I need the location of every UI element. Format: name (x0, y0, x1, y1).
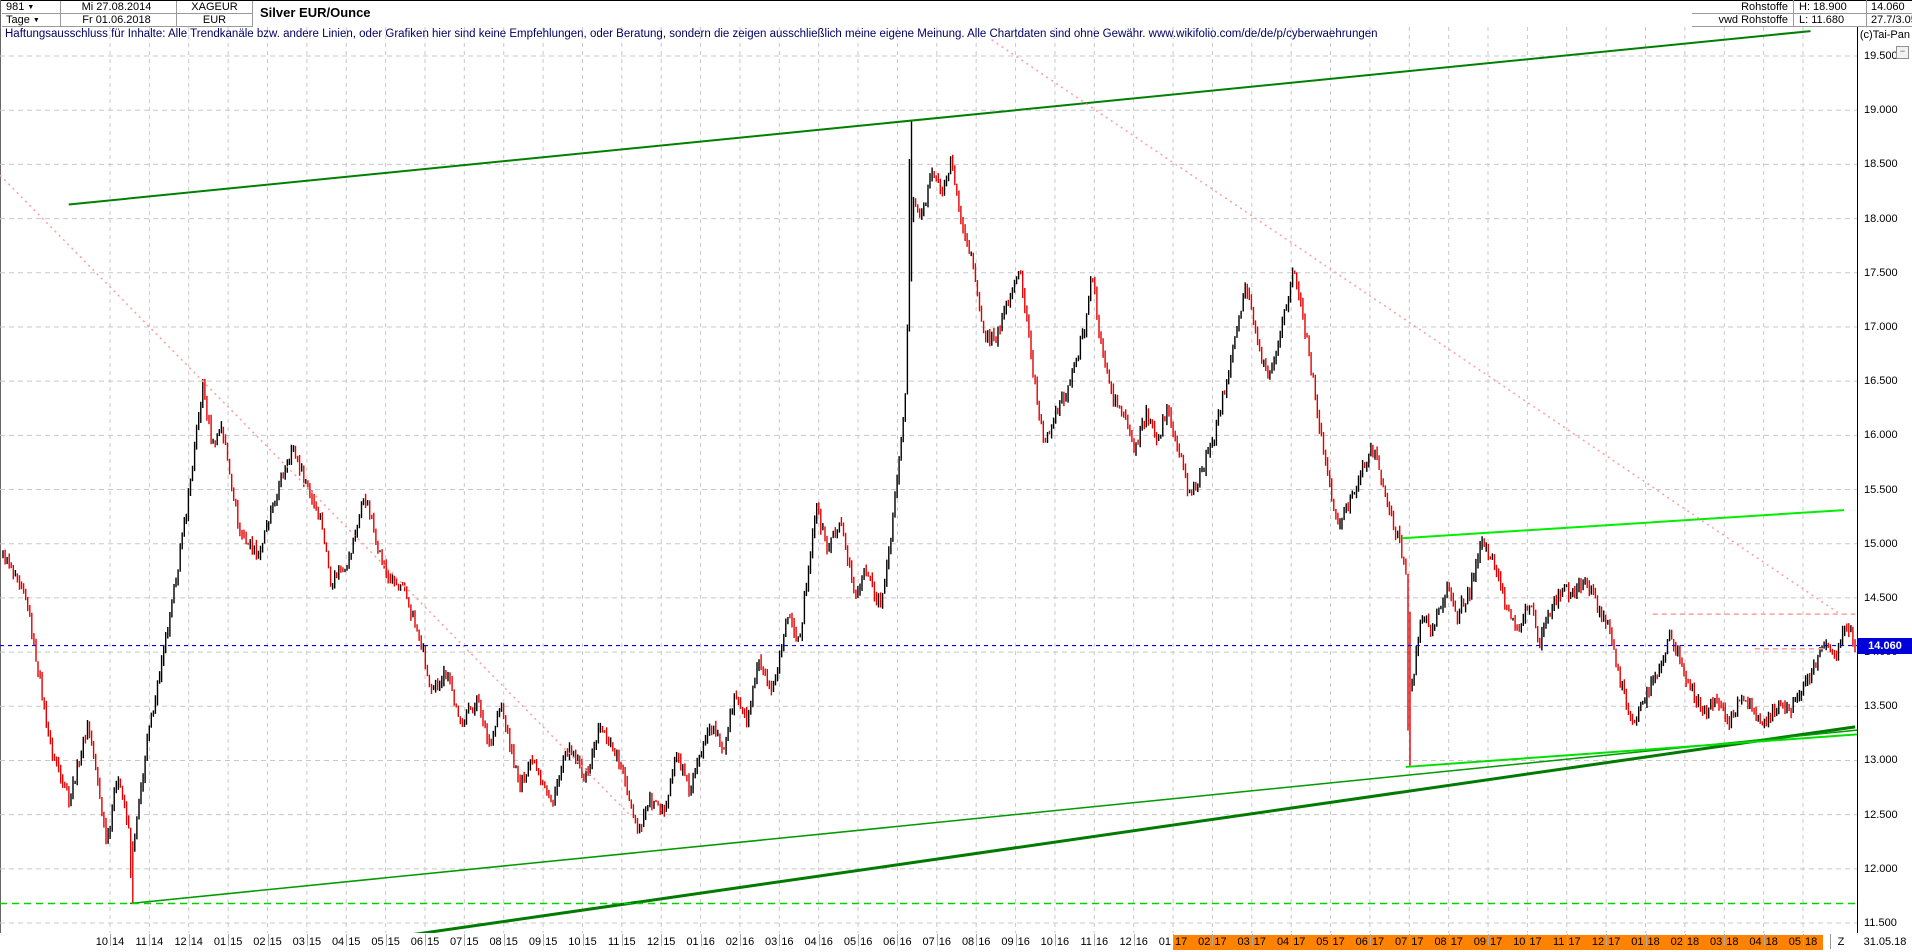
page-title: Silver EUR/Ounce (260, 5, 371, 20)
period-dropdown[interactable]: Tage ▼ (2, 14, 61, 27)
chart-canvas[interactable] (0, 27, 1858, 933)
lower-support-thin (129, 729, 1858, 905)
period-value: Tage (6, 14, 30, 26)
price-bars-up (2, 121, 1852, 852)
date-to-field[interactable]: Fr 01.06.2018 (57, 14, 177, 27)
chevron-down-icon: ▼ (32, 17, 40, 24)
copyright-label: (c)Tai-Pan (1859, 29, 1910, 41)
currency-field: EUR (177, 14, 253, 27)
x-axis-label: 10 16 (1040, 936, 1070, 948)
x-axis-label: 03 15 (292, 936, 322, 948)
y-axis-label: 15.500 (1864, 483, 1898, 496)
y-axis-label: 12.500 (1864, 808, 1898, 821)
grid (0, 27, 1857, 933)
x-axis-label: 06 16 (883, 936, 912, 948)
x-axis-label: 04 16 (804, 936, 833, 948)
y-axis-label: 11.500 (1864, 917, 1897, 929)
x-axis-label: 07 15 (450, 936, 479, 948)
data-source-label: vwd Rohstoffe (1718, 14, 1788, 26)
x-axis-label: 01 17 (1158, 936, 1188, 948)
symbol-field[interactable]: XAGEUR (177, 1, 253, 14)
x-axis-label: 04 18 (1749, 936, 1778, 948)
y-axis-label: 13.000 (1864, 754, 1898, 767)
last-price-badge: 14.060 (1858, 637, 1912, 654)
y-axis-label: 18.000 (1864, 212, 1898, 225)
y-axis-label: 13.500 (1864, 700, 1898, 713)
x-axis-label: 11 16 (1080, 936, 1109, 948)
price-bars-down (4, 154, 1856, 904)
y-axis-label: 18.500 (1864, 158, 1898, 171)
x-axis-label: 06 17 (1355, 936, 1385, 948)
bars-count-dropdown[interactable]: 981 ▼ (2, 1, 61, 14)
zoom-marker: Z (1837, 936, 1845, 948)
x-axis-label: 11 17 (1552, 936, 1581, 948)
disclaimer-text: Haftungsausschluss für Inhalte: Alle Tre… (5, 28, 1378, 40)
low-value-label: L: 11.680 (1799, 14, 1845, 26)
y-axis-label: 16.000 (1864, 429, 1898, 442)
x-axis-label: 09 17 (1473, 936, 1503, 948)
high-value-label: H: 18.900 (1799, 1, 1847, 13)
x-axis-label: 08 15 (489, 936, 518, 948)
x-axis-label: 10 14 (95, 936, 125, 948)
axis-divider (1830, 934, 1831, 949)
x-axis-label: 12 14 (174, 936, 203, 948)
x-axis-label: 03 17 (1237, 936, 1267, 948)
window-top-border (0, 0, 1912, 1)
crash-support-bright (1405, 733, 1858, 768)
x-axis-label: 04 15 (331, 936, 361, 948)
x-axis-label: 11 14 (135, 936, 164, 948)
x-axis-label: 02 18 (1670, 936, 1700, 948)
x-axis-label: 10 15 (568, 936, 597, 948)
down-dotted-left (0, 174, 631, 816)
spread-label: 27.7/3.050 (1871, 14, 1912, 26)
x-axis-label: 01 16 (686, 936, 715, 948)
y-axis-label: 12.000 (1864, 862, 1898, 875)
y-axis-label: 19.000 (1864, 104, 1898, 117)
x-axis-label: 10 17 (1513, 936, 1542, 948)
x-axis-label: 05 15 (371, 936, 400, 948)
x-axis-label: 02 15 (253, 936, 282, 948)
x-axis-label: 02 16 (725, 936, 755, 948)
x-axis-label: 01 18 (1631, 936, 1660, 948)
x-axis-label: 12 15 (646, 936, 676, 948)
category-label: Rohstoffe (1741, 1, 1788, 13)
x-axis-label: 08 16 (961, 936, 991, 948)
resistance-bright (1401, 509, 1845, 540)
x-axis-label: 05 18 (1788, 936, 1818, 948)
y-axis-label: 17.000 (1864, 320, 1898, 333)
lower-support-thick (413, 725, 1856, 933)
x-axis-label: 02 17 (1198, 936, 1227, 948)
x-axis-label: 09 16 (1001, 936, 1030, 948)
bars-count-value: 981 (6, 1, 25, 13)
taipan-chart-window: 981 ▼ Tage ▼ Mi 27.08.2014 Fr 01.06.2018 X… (0, 0, 1912, 952)
upper-channel-trendline (68, 30, 1811, 206)
chevron-down-icon: ▼ (27, 4, 35, 11)
x-axis-label: 04 17 (1276, 936, 1306, 948)
x-axis-label: 12 17 (1591, 936, 1621, 948)
minimize-icon[interactable]: − (1896, 46, 1909, 59)
x-axis-label: 09 15 (528, 936, 558, 948)
x-axis-label: 07 16 (922, 936, 952, 948)
date-from-field[interactable]: Mi 27.08.2014 (57, 1, 177, 14)
x-axis-label: 12 16 (1119, 936, 1148, 948)
x-axis-label: 08 17 (1434, 936, 1463, 948)
time-axis-scale[interactable]: Z 31.05.18 10 14 11 14 12 14 01 15 02 15 03 15 04 15 0… (0, 933, 1912, 952)
y-axis-label: 16.500 (1864, 375, 1898, 388)
x-axis-label: 03 16 (765, 936, 794, 948)
x-axis-label: 11 15 (607, 936, 636, 948)
y-axis-label: 17.500 (1864, 266, 1898, 279)
y-axis-label: 15.000 (1864, 537, 1898, 550)
end-date-label: 31.05.18 (1863, 936, 1907, 948)
x-axis-label: 05 16 (843, 936, 873, 948)
x-axis-label: 03 18 (1710, 936, 1739, 948)
x-axis-label: 05 17 (1316, 936, 1345, 948)
last-price-label: 14.060 (1871, 1, 1905, 13)
header-divider (1692, 13, 1912, 14)
x-axis-label: 01 15 (213, 936, 243, 948)
x-axis-label: 06 15 (410, 936, 440, 948)
y-axis-label: 14.500 (1864, 591, 1898, 604)
x-axis-label: 07 17 (1395, 936, 1424, 948)
